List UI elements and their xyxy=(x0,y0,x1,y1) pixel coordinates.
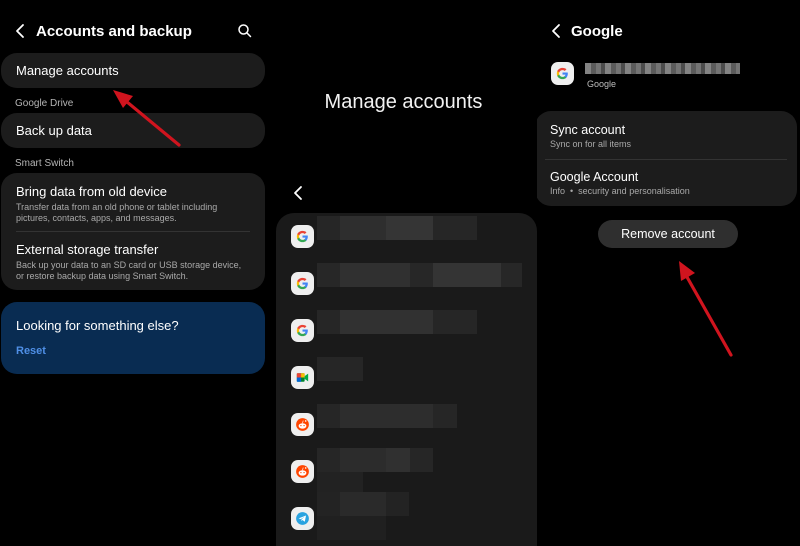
blurred-pixel xyxy=(340,448,386,472)
account-row-reddit[interactable] xyxy=(276,401,537,448)
google-icon xyxy=(291,272,314,295)
annotation-arrow-icon xyxy=(113,90,181,147)
accounts-list xyxy=(276,213,537,546)
back-button[interactable] xyxy=(9,20,31,42)
blurred-pixel xyxy=(340,263,410,287)
manage-accounts-item[interactable]: Manage accounts xyxy=(1,53,265,88)
bring-data-title: Bring data from old device xyxy=(16,184,168,199)
search-icon xyxy=(238,24,252,38)
back-button[interactable] xyxy=(287,182,309,204)
google-account-item[interactable]: Google Account Info • security and perso… xyxy=(550,170,690,197)
manage-accounts-title: Manage accounts xyxy=(324,91,483,113)
blurred-pixel xyxy=(433,263,501,287)
app-bar: Accounts and backup xyxy=(0,14,270,50)
account-row-google[interactable] xyxy=(276,307,537,354)
external-storage-title: External storage transfer xyxy=(16,242,159,257)
search-button[interactable] xyxy=(235,21,255,41)
external-storage-item[interactable]: External storage transfer Back up your d… xyxy=(1,232,265,282)
blurred-pixel xyxy=(340,492,386,516)
sync-account-item[interactable]: Sync account Sync on for all items xyxy=(550,123,631,150)
divider xyxy=(545,159,787,160)
reset-link[interactable]: Reset xyxy=(16,345,46,357)
google-account-subtitle: Info • security and personalisation xyxy=(550,186,690,196)
back-button[interactable] xyxy=(545,20,567,42)
meet-icon xyxy=(291,366,314,389)
telegram-icon xyxy=(291,507,314,530)
page-title: Accounts and backup xyxy=(36,23,192,40)
account-row-google[interactable] xyxy=(276,213,537,260)
blurred-pixel xyxy=(340,310,433,334)
blurred-account-email xyxy=(585,63,740,74)
page-title: Google xyxy=(571,23,623,40)
blurred-pixel xyxy=(317,516,386,540)
google-icon xyxy=(291,225,314,248)
remove-account-button[interactable]: Remove account xyxy=(598,220,738,248)
accounts-and-backup-screen: Accounts and backup Manage accounts Goog… xyxy=(0,0,270,546)
annotation-arrow-icon xyxy=(679,261,733,357)
account-row-reddit[interactable] xyxy=(276,448,537,496)
sync-account-title: Sync account xyxy=(550,123,626,137)
bring-data-item[interactable]: Bring data from old device Transfer data… xyxy=(1,173,265,231)
reddit-icon xyxy=(291,413,314,436)
account-options-card: Sync account Sync on for all items Googl… xyxy=(537,111,797,206)
back-arrow-icon xyxy=(294,186,302,200)
blurred-pixel xyxy=(340,404,433,428)
account-provider: Google xyxy=(587,79,617,89)
looking-for-something-else-card: Looking for something else? Reset xyxy=(1,302,265,374)
sync-account-subtitle: Sync on for all items xyxy=(550,139,632,149)
smart-switch-section-label: Smart Switch xyxy=(15,158,74,169)
google-icon xyxy=(291,319,314,342)
bring-data-subtitle: Transfer data from an old phone or table… xyxy=(16,202,218,223)
google-icon xyxy=(551,62,574,85)
back-arrow-icon xyxy=(16,24,24,38)
manage-accounts-label: Manage accounts xyxy=(16,63,119,78)
google-account-title: Google Account xyxy=(550,170,639,184)
promo-title: Looking for something else? xyxy=(16,318,179,333)
google-drive-section-label: Google Drive xyxy=(15,98,74,109)
back-up-data-label: Back up data xyxy=(16,123,92,138)
external-storage-subtitle: Back up your data to an SD card or USB s… xyxy=(16,260,242,281)
smart-switch-card: Bring data from old device Transfer data… xyxy=(1,173,265,290)
google-account-screen: Google Google Sync account Sync on for a… xyxy=(537,0,800,546)
blurred-pixel xyxy=(340,216,386,240)
blurred-account-email xyxy=(317,357,363,381)
back-arrow-icon xyxy=(552,24,560,38)
account-row-telegram[interactable] xyxy=(276,492,537,542)
reddit-icon xyxy=(291,460,314,483)
manage-accounts-screen: Manage accounts xyxy=(270,0,537,546)
account-row-meet[interactable] xyxy=(276,354,537,401)
blurred-pixel xyxy=(386,216,433,240)
account-row-google[interactable] xyxy=(276,260,537,307)
blurred-pixel xyxy=(386,448,410,472)
